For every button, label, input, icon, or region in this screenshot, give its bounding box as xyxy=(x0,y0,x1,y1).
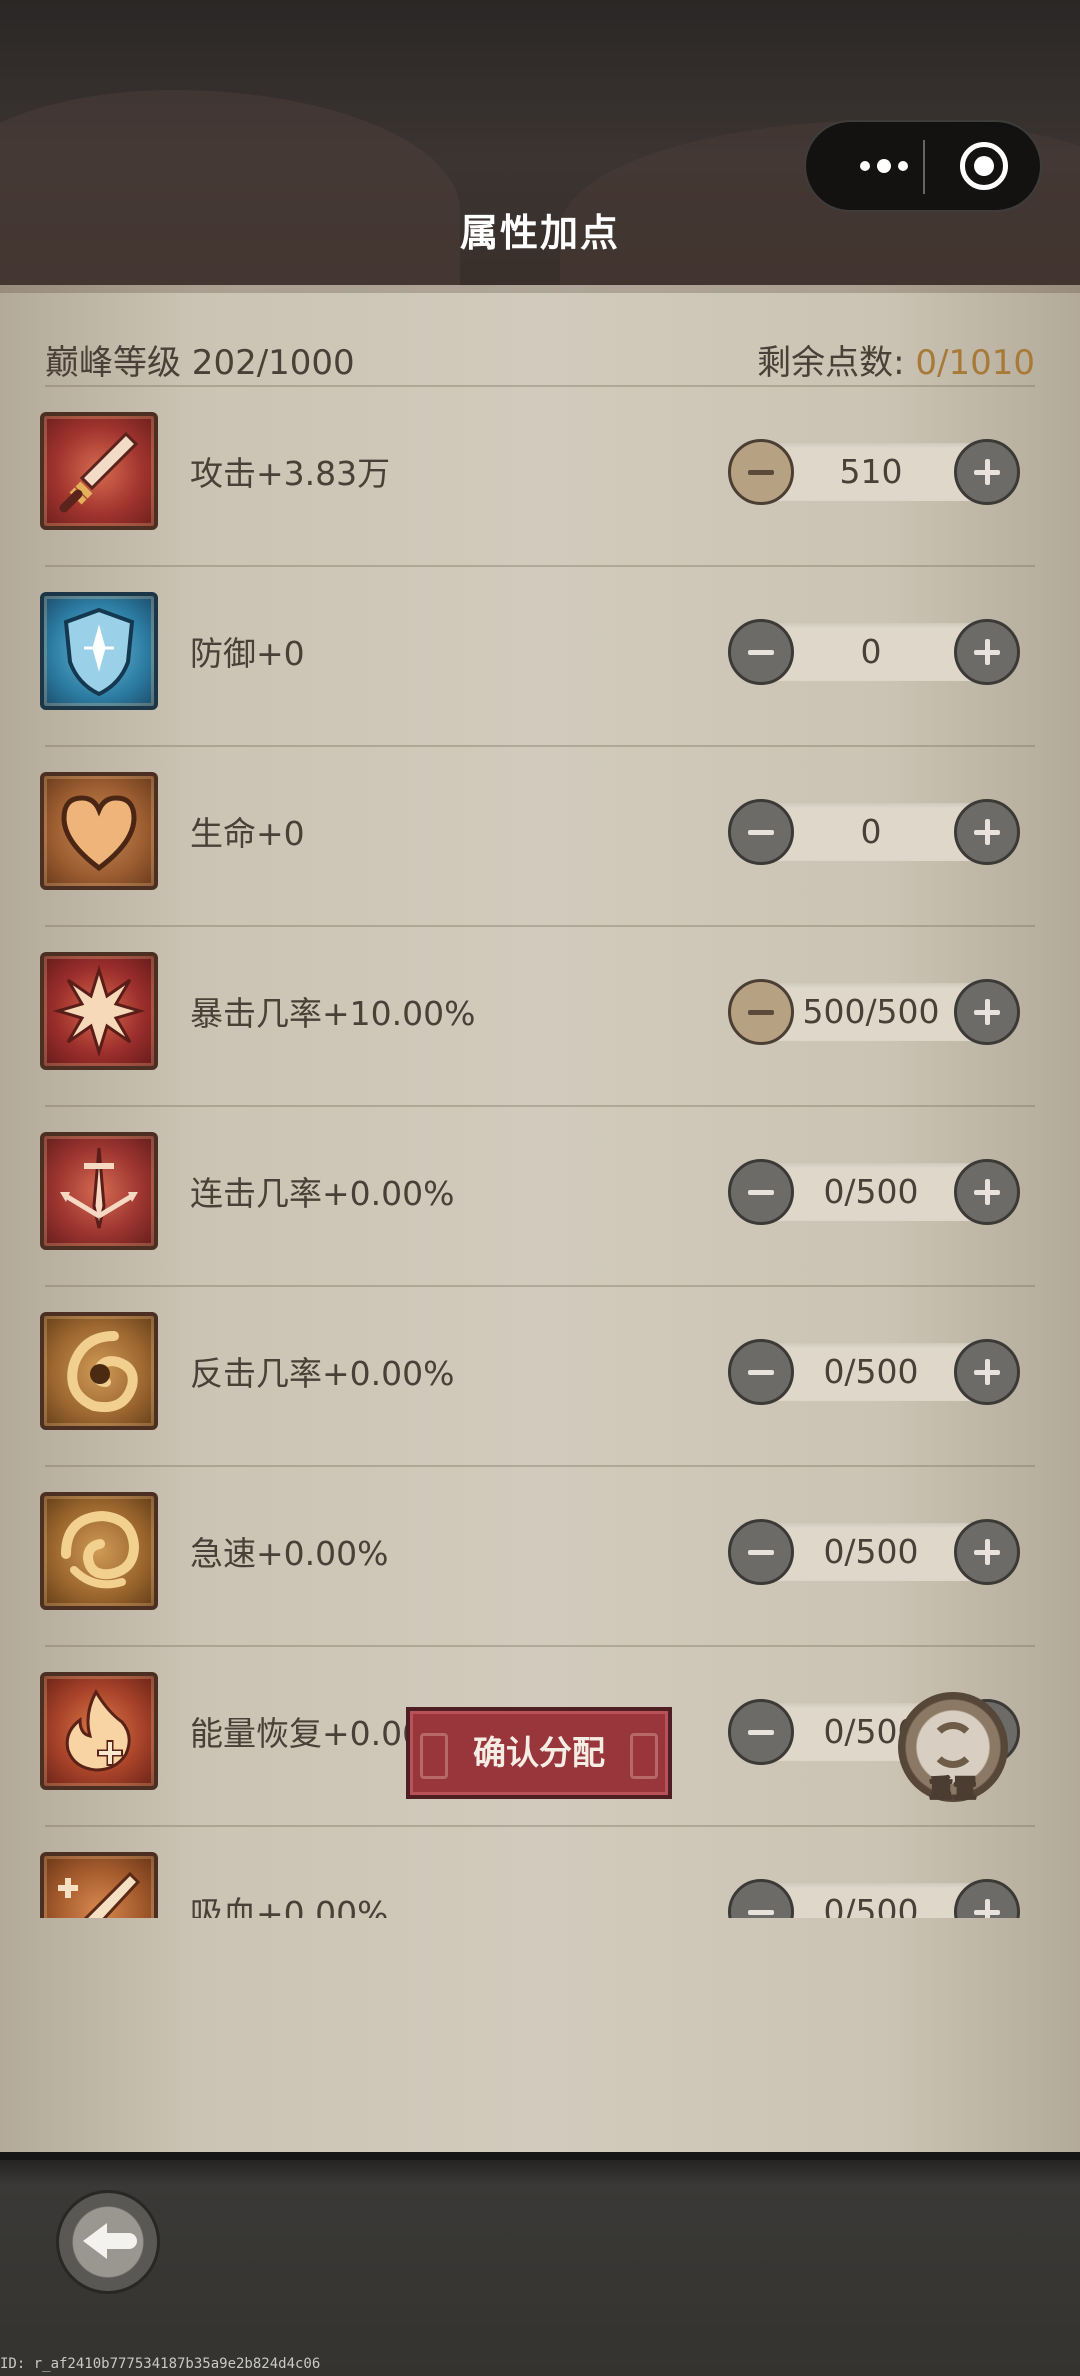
attribute-label: 急速+0.00% xyxy=(190,1534,389,1573)
attribute-row-haste: 急速+0.00% 0/500 xyxy=(0,1465,1080,1645)
plus-button[interactable] xyxy=(954,1519,1020,1585)
remaining-points-value: 0/1010 xyxy=(915,343,1035,383)
attribute-label: 攻击+3.83万 xyxy=(190,454,391,493)
attribute-panel: 巅峰等级 202/1000 剩余点数: 0/1010 攻击+3.83万 510 xyxy=(0,285,1080,2152)
minus-button[interactable] xyxy=(728,979,794,1045)
minus-button[interactable] xyxy=(728,1699,794,1765)
attribute-label: 暴击几率+10.00% xyxy=(190,994,476,1033)
miniprogram-capsule xyxy=(804,120,1042,212)
minus-button[interactable] xyxy=(728,619,794,685)
whirlwind-icon xyxy=(40,1492,158,1610)
shield-icon xyxy=(40,592,158,710)
build-id: ID: r_af2410b777534187b35a9e2b824d4c06 xyxy=(0,2356,321,2372)
attribute-row-attack: 攻击+3.83万 510 xyxy=(0,385,1080,565)
attribute-stepper: 510 xyxy=(728,439,1020,505)
plus-button[interactable] xyxy=(954,979,1020,1045)
attribute-stepper: 0/500 xyxy=(728,1879,1020,1918)
attribute-stepper: 500/500 xyxy=(728,979,1020,1045)
flame-plus-icon xyxy=(40,1672,158,1790)
row-divider xyxy=(45,925,1035,927)
attribute-row-lifesteal: 吸血+0.00% 0/500 xyxy=(0,1825,1080,1918)
blade-plus-icon xyxy=(40,1852,158,1918)
swirl-flame-icon xyxy=(40,1312,158,1430)
back-arrow-tail xyxy=(103,2233,137,2249)
refresh-icon xyxy=(930,1722,976,1768)
attribute-label: 反击几率+0.00% xyxy=(190,1354,455,1393)
plus-button[interactable] xyxy=(954,619,1020,685)
bottom-bar xyxy=(0,2152,1080,2376)
reset-label: 重置 xyxy=(929,1774,978,1803)
attribute-stepper: 0/500 xyxy=(728,1159,1020,1225)
back-button[interactable] xyxy=(56,2190,160,2294)
attribute-label: 防御+0 xyxy=(190,634,305,673)
heart-icon xyxy=(40,772,158,890)
attribute-list[interactable]: 攻击+3.83万 510 防御+0 0 生命+0 0 暴击几率+10.00% 5… xyxy=(0,385,1080,1918)
attribute-stepper: 0/500 xyxy=(728,1519,1020,1585)
row-divider xyxy=(45,745,1035,747)
attribute-stepper: 0/500 xyxy=(728,1339,1020,1405)
top-bar: 属性加点 xyxy=(0,0,1080,285)
capsule-divider xyxy=(923,140,925,194)
minus-button[interactable] xyxy=(728,1339,794,1405)
minus-button[interactable] xyxy=(728,1159,794,1225)
row-divider xyxy=(45,1285,1035,1287)
row-divider xyxy=(45,1105,1035,1107)
explosion-icon xyxy=(40,952,158,1070)
attribute-stepper: 0 xyxy=(728,799,1020,865)
row-divider xyxy=(45,385,1035,387)
sword-icon xyxy=(40,412,158,530)
attribute-label: 连击几率+0.00% xyxy=(190,1174,455,1213)
row-divider xyxy=(45,1825,1035,1827)
attribute-stepper: 0 xyxy=(728,619,1020,685)
row-divider xyxy=(45,565,1035,567)
minus-button[interactable] xyxy=(728,439,794,505)
close-target-icon[interactable] xyxy=(960,142,1008,190)
triple-arrow-sword-icon xyxy=(40,1132,158,1250)
row-divider xyxy=(45,1645,1035,1647)
minus-button[interactable] xyxy=(728,1519,794,1585)
attribute-row-combo: 连击几率+0.00% 0/500 xyxy=(0,1105,1080,1285)
plus-button[interactable] xyxy=(954,799,1020,865)
remaining-points-label: 剩余点数: xyxy=(757,343,905,383)
plus-button[interactable] xyxy=(954,439,1020,505)
row-divider xyxy=(45,1465,1035,1467)
remaining-points: 剩余点数: 0/1010 xyxy=(757,335,1035,384)
attribute-label: 吸血+0.00% xyxy=(190,1894,389,1918)
attribute-row-counter: 反击几率+0.00% 0/500 xyxy=(0,1285,1080,1465)
attribute-row-defense: 防御+0 0 xyxy=(0,565,1080,745)
plus-button[interactable] xyxy=(954,1339,1020,1405)
plus-button[interactable] xyxy=(954,1159,1020,1225)
minus-button[interactable] xyxy=(728,799,794,865)
attribute-row-crit: 暴击几率+10.00% 500/500 xyxy=(0,925,1080,1105)
more-menu-icon[interactable] xyxy=(844,122,924,210)
attribute-row-health: 生命+0 0 xyxy=(0,745,1080,925)
attribute-label: 生命+0 xyxy=(190,814,305,853)
confirm-allocation-button[interactable]: 确认分配 xyxy=(406,1707,672,1799)
peak-level-text: 巅峰等级 202/1000 xyxy=(45,343,355,383)
